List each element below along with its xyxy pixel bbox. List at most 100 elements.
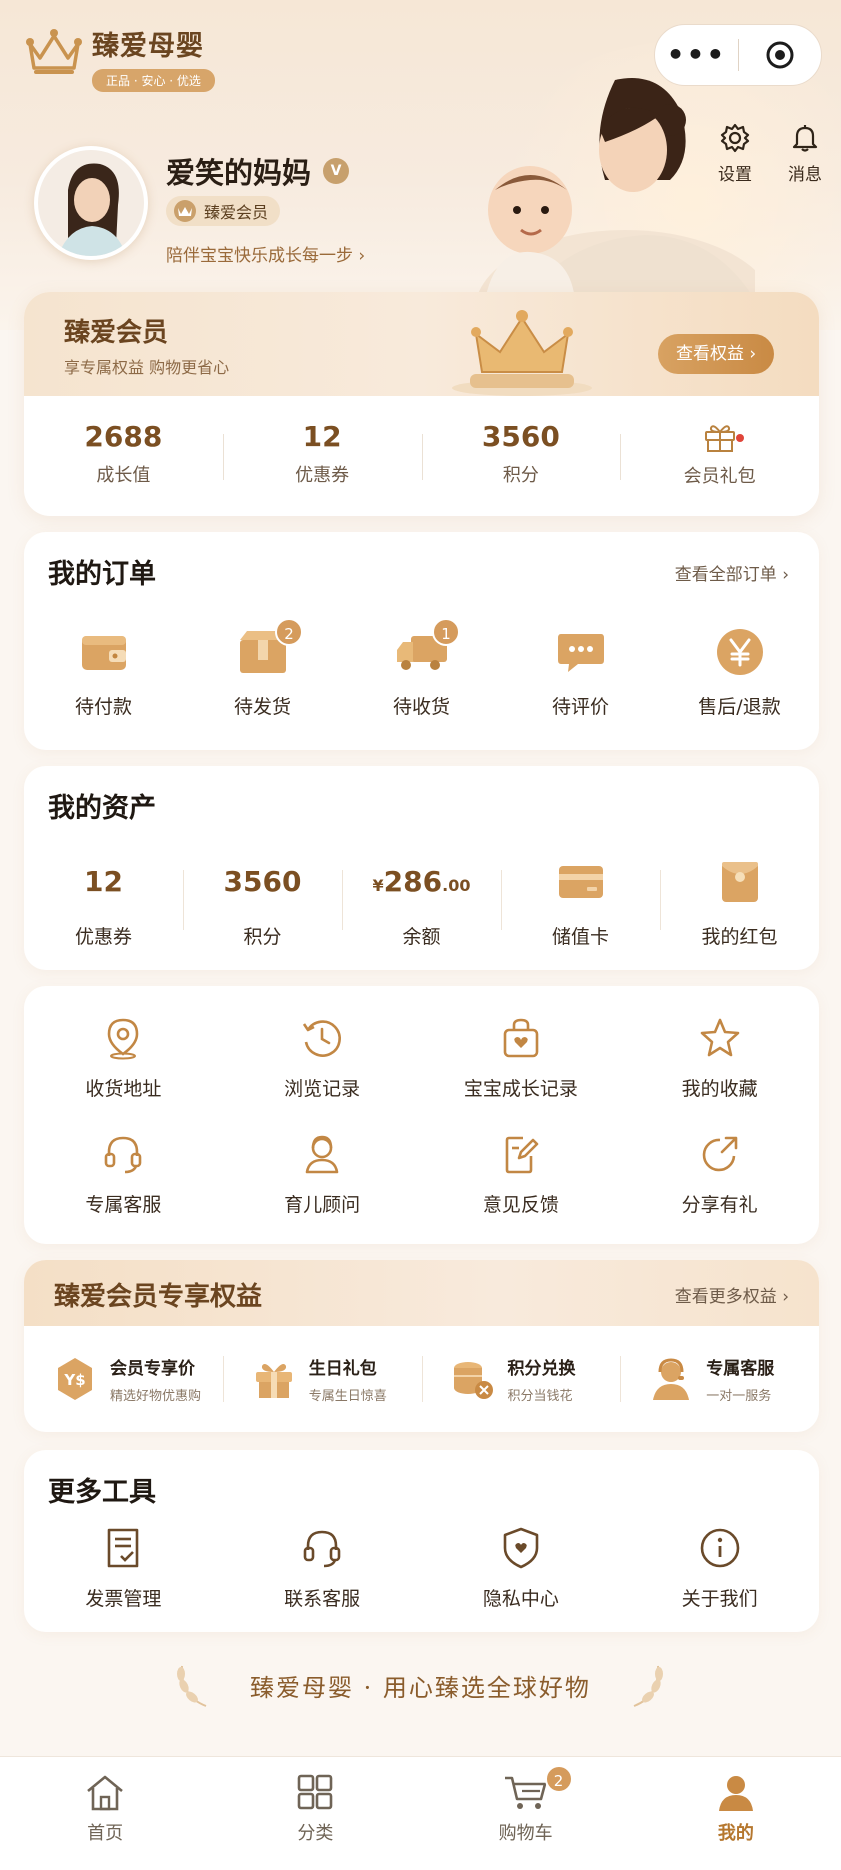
view-more-benefits-link[interactable]: 查看更多权益 ›: [675, 1282, 789, 1307]
service-share-reward[interactable]: 分享有礼: [620, 1130, 819, 1217]
orders-card: 我的订单 查看全部订单 › 待付款 2 待发货 1 待收货 待评价 售后/退款: [24, 532, 819, 750]
more-tools-card: 更多工具 发票管理 联系客服 隐私中心 关于我们: [24, 1450, 819, 1632]
tab-category[interactable]: 分类: [210, 1757, 420, 1870]
order-label: 待评价: [551, 696, 609, 718]
crown-logo-icon: [26, 29, 82, 74]
settings-button[interactable]: 设置: [700, 122, 770, 185]
asset-stored-value-card[interactable]: 储值卡: [501, 854, 660, 949]
verified-badge: V: [323, 158, 350, 184]
brand-slogan: 正品 · 安心 · 优选: [92, 69, 215, 92]
service-exclusive-support[interactable]: 专属客服: [24, 1130, 223, 1217]
benefit-exclusive-support[interactable]: 专属客服 一对一服务: [620, 1326, 819, 1432]
service-label: 宝宝成长记录: [463, 1078, 578, 1100]
footer-slogan: 臻爱母婴 · 用心臻选全球好物: [250, 1674, 591, 1702]
vip-price-icon-text: Y$: [63, 1371, 85, 1389]
top-actions: 设置 消息: [700, 122, 840, 185]
home-icon: [87, 1775, 123, 1811]
birthday-gift-icon: [255, 1364, 292, 1398]
stat-gift-pack[interactable]: 会员礼包: [620, 396, 819, 516]
benefit-title: 生日礼包: [308, 1359, 377, 1379]
agent-icon: [653, 1358, 690, 1400]
benefit-title: 专属客服: [706, 1359, 775, 1379]
grid-icon: [298, 1774, 333, 1810]
asset-points[interactable]: 3560 积分: [183, 854, 342, 949]
red-packet-icon: [721, 862, 758, 902]
order-count-badge: 2: [275, 618, 303, 646]
tool-about-us[interactable]: 关于我们: [620, 1524, 819, 1611]
stat-points[interactable]: 3560 积分: [421, 396, 621, 516]
close-miniprogram-button[interactable]: [739, 40, 821, 70]
tool-label: 发票管理: [85, 1588, 162, 1610]
tool-label: 关于我们: [681, 1588, 758, 1610]
user-icon: [718, 1776, 753, 1811]
asset-label: 余额: [402, 926, 441, 948]
asset-balance[interactable]: ¥286.00 余额: [342, 854, 501, 949]
avatar[interactable]: [34, 146, 148, 260]
messages-button[interactable]: 消息: [770, 122, 840, 185]
benefit-member-price[interactable]: Y$ 会员专享价 精选好物优惠购: [24, 1326, 223, 1432]
view-benefits-button[interactable]: 查看权益 ›: [658, 334, 775, 374]
service-address[interactable]: 收货地址: [24, 1014, 223, 1101]
brand-logo: 臻爱母婴 正品 · 安心 · 优选: [24, 24, 215, 92]
order-pending-review[interactable]: 待评价: [501, 624, 660, 719]
stat-coupons[interactable]: 12 优惠券: [222, 396, 422, 516]
order-label: 待付款: [74, 696, 132, 718]
brand-name: 臻爱母婴: [92, 31, 204, 62]
service-growth-record[interactable]: 宝宝成长记录: [422, 1014, 621, 1101]
tab-mine[interactable]: 我的: [631, 1757, 841, 1870]
card-icon: [558, 866, 603, 898]
profile-header: 臻爱母婴 正品 · 安心 · 优选 ••• 设置 消息 爱笑的妈妈 V 臻爱会员…: [0, 0, 841, 330]
target-icon: [766, 41, 794, 69]
location-icon: [108, 1018, 139, 1060]
messages-label: 消息: [788, 165, 822, 185]
tool-invoice[interactable]: 发票管理: [24, 1524, 223, 1611]
crown-icon: [174, 200, 196, 222]
order-label: 待收货: [392, 696, 450, 718]
benefit-birthday-gift[interactable]: 生日礼包 专属生日惊喜: [222, 1326, 422, 1432]
asset-label: 储值卡: [551, 926, 609, 948]
benefit-desc: 专属生日惊喜: [308, 1389, 387, 1404]
user-subtitle[interactable]: 陪伴宝宝快乐成长每一步 ›: [166, 241, 365, 266]
vip-price-icon: Y$: [58, 1358, 92, 1400]
benefit-points-exchange[interactable]: 积分兑换 积分当钱花: [421, 1326, 621, 1432]
order-pending-receipt[interactable]: 1 待收货: [342, 618, 501, 719]
order-pending-payment[interactable]: 待付款: [24, 624, 183, 719]
service-parenting-advisor[interactable]: 育儿顾问: [223, 1130, 422, 1217]
service-label: 收货地址: [85, 1078, 162, 1100]
tool-contact-support[interactable]: 联系客服: [223, 1524, 422, 1611]
tab-cart[interactable]: 2 购物车: [421, 1757, 631, 1870]
order-pending-shipment[interactable]: 2 待发货: [183, 618, 342, 719]
history-icon: [303, 1020, 342, 1057]
asset-coupons[interactable]: 12 优惠券: [24, 854, 183, 949]
share-icon: [702, 1136, 737, 1172]
assets-card: 我的资产 12 优惠券 3560 积分 ¥286.00 余额 储值卡 我的红包: [24, 766, 819, 970]
golden-crown-icon: [452, 310, 592, 396]
tool-privacy-center[interactable]: 隐私中心: [422, 1524, 621, 1611]
stat-label: 会员礼包: [683, 466, 756, 487]
benefit-desc: 一对一服务: [706, 1389, 772, 1404]
order-after-sales[interactable]: 售后/退款: [660, 624, 819, 719]
member-level-label: 臻爱会员: [204, 203, 269, 222]
tab-home[interactable]: 首页: [0, 1757, 210, 1870]
member-level-tag[interactable]: 臻爱会员: [166, 196, 281, 226]
member-stats: 2688 成长值 12 优惠券 3560 积分 会员礼包: [24, 396, 819, 516]
mother-baby-illustration: [476, 78, 755, 300]
service-label: 我的收藏: [681, 1078, 758, 1100]
service-favorites[interactable]: 我的收藏: [620, 1014, 819, 1101]
coins-icon: [453, 1362, 493, 1399]
currency-symbol: ¥: [372, 876, 384, 895]
balance-value: ¥286.00: [342, 854, 501, 910]
order-label: 待发货: [233, 696, 291, 718]
service-history[interactable]: 浏览记录: [223, 1014, 422, 1101]
stat-growth[interactable]: 2688 成长值: [24, 396, 223, 516]
feedback-icon: [505, 1136, 539, 1174]
member-card: 臻爱会员 享专属权益 购物更省心 查看权益 › 2688 成长值 12 优惠券 …: [24, 292, 819, 516]
order-label: 售后/退款: [698, 696, 781, 718]
view-all-orders-link[interactable]: 查看全部订单 ›: [675, 560, 789, 585]
stat-value: 2688: [84, 420, 163, 453]
gift-icon: [704, 425, 735, 452]
asset-red-packet[interactable]: 我的红包: [660, 854, 819, 949]
notification-dot: [736, 434, 745, 442]
service-feedback[interactable]: 意见反馈: [422, 1130, 621, 1217]
user-name: 爱笑的妈妈: [166, 156, 312, 190]
